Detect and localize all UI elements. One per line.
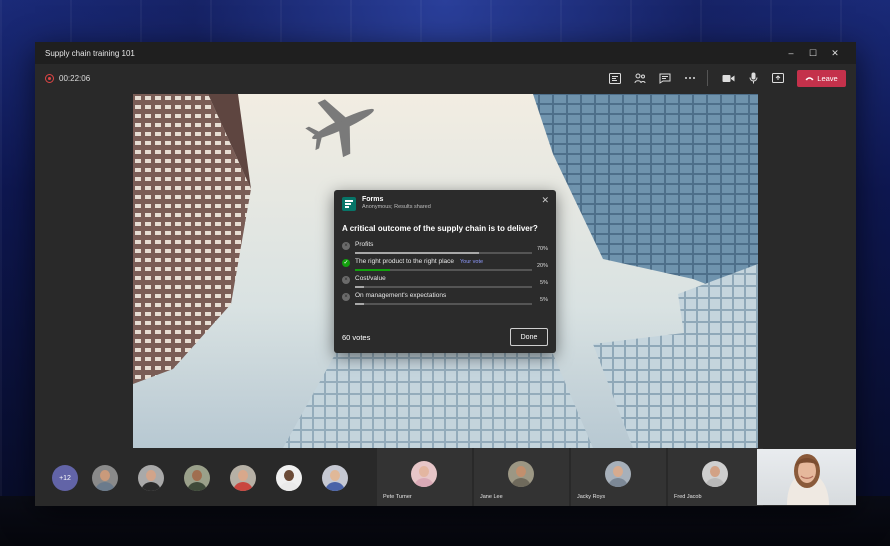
avatar — [605, 461, 631, 487]
done-button[interactable]: Done — [510, 328, 548, 346]
avatar[interactable] — [138, 465, 164, 491]
close-button[interactable]: ✕ — [824, 48, 846, 59]
result-bar — [355, 269, 532, 271]
more-options-icon[interactable] — [679, 68, 701, 88]
chat-icon[interactable] — [654, 68, 676, 88]
poll-subtitle: Anonymous; Results shared — [362, 204, 431, 210]
result-bar-fill — [355, 252, 479, 254]
avatar[interactable] — [276, 465, 302, 491]
participant-name: Jane Lee — [480, 494, 503, 500]
avatar — [411, 461, 437, 487]
result-bar — [355, 286, 532, 288]
option-unselected-icon: × — [342, 276, 350, 284]
your-vote-tag: Your vote — [460, 259, 484, 265]
poll-option[interactable]: ✓ The right product to the right place Yo… — [342, 258, 548, 274]
shared-content-stage: Forms Anonymous; Results shared ✕ A crit… — [133, 94, 758, 448]
poll-card: Forms Anonymous; Results shared ✕ A crit… — [334, 190, 556, 353]
leave-label: Leave — [817, 73, 838, 83]
result-bar — [355, 252, 532, 254]
option-percent: 70% — [536, 246, 548, 252]
participant-tile[interactable]: Pete Turner — [377, 448, 472, 506]
phone-hangup-icon — [805, 76, 814, 80]
result-bar — [355, 303, 532, 305]
option-unselected-icon: × — [342, 242, 350, 250]
result-bar-fill — [355, 286, 364, 288]
poll-option[interactable]: × Cost/value 5% — [342, 275, 548, 291]
meeting-window: Supply chain training 101 – ☐ ✕ 00:22:06 — [35, 42, 856, 506]
option-percent: 20% — [536, 263, 548, 269]
option-label: On management's expectations — [355, 292, 447, 299]
participant-name: Fred Jacob — [674, 494, 702, 500]
participant-strip: +12 Pete Turner Jane Lee Jacky Roys Fred… — [35, 448, 856, 506]
vote-count: 60 votes — [342, 333, 371, 342]
poll-option[interactable]: × Profits 70% — [342, 241, 548, 257]
avatar[interactable] — [184, 465, 210, 491]
forms-logo-icon — [342, 196, 356, 211]
poll-question: A critical outcome of the supply chain i… — [342, 224, 538, 233]
participant-tile[interactable]: Jane Lee — [474, 448, 569, 506]
participants-icon[interactable] — [629, 68, 651, 88]
window-title: Supply chain training 101 — [45, 48, 135, 58]
maximize-button[interactable]: ☐ — [802, 48, 824, 59]
leave-button[interactable]: Leave — [797, 69, 846, 87]
title-bar: Supply chain training 101 – ☐ ✕ — [35, 42, 856, 64]
result-bar-fill — [355, 269, 391, 271]
toolbar-divider — [707, 70, 708, 86]
meeting-timer: 00:22:06 — [59, 73, 91, 83]
avatar[interactable] — [92, 465, 118, 491]
self-video-image — [787, 454, 829, 505]
avatar[interactable] — [230, 465, 256, 491]
option-unselected-icon: × — [342, 293, 350, 301]
self-video-preview[interactable] — [757, 449, 856, 505]
more-participants-badge[interactable]: +12 — [52, 465, 78, 491]
participant-tile[interactable]: Jacky Roys — [571, 448, 666, 506]
share-screen-icon[interactable] — [767, 68, 789, 88]
poll-app-name: Forms — [362, 196, 384, 203]
result-bar-fill — [355, 303, 364, 305]
microphone-icon[interactable] — [742, 68, 764, 88]
option-label: Profits — [355, 241, 374, 248]
forms-icon[interactable] — [604, 68, 626, 88]
poll-option[interactable]: × On management's expectations 5% — [342, 292, 548, 308]
meeting-toolbar: 00:22:06 Leave — [35, 64, 856, 92]
option-percent: 5% — [540, 280, 548, 286]
participant-tile[interactable]: Fred Jacob — [668, 448, 763, 506]
avatar — [508, 461, 534, 487]
poll-close-icon[interactable]: ✕ — [541, 195, 549, 206]
participant-name: Pete Turner — [383, 494, 412, 500]
option-percent: 5% — [540, 297, 548, 303]
poll-header: Forms Anonymous; Results shared — [342, 196, 431, 211]
recording-icon — [45, 73, 54, 83]
option-label: The right product to the right place Your… — [355, 258, 484, 265]
checkmark-icon: ✓ — [342, 259, 350, 267]
option-label: Cost/value — [355, 275, 386, 282]
minimize-button[interactable]: – — [780, 48, 802, 58]
camera-icon[interactable] — [717, 68, 739, 88]
avatar — [702, 461, 728, 487]
avatar[interactable] — [322, 465, 348, 491]
participant-name: Jacky Roys — [577, 494, 606, 500]
